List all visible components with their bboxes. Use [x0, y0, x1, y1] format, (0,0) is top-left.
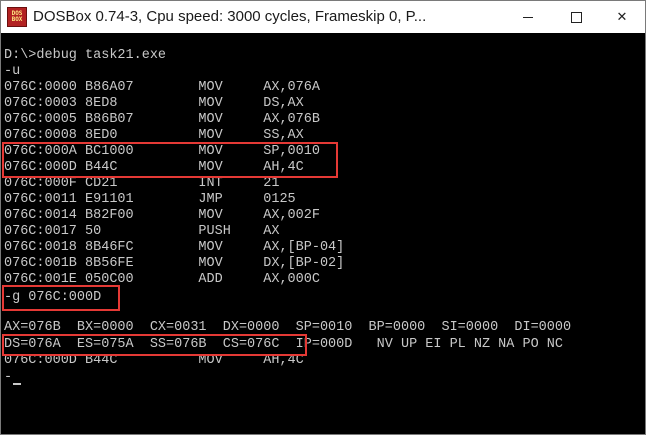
close-button[interactable]: ✕ — [599, 1, 645, 33]
dosbox-window: DOS BOX DOSBox 0.74-3, Cpu speed: 3000 c… — [0, 0, 646, 435]
minimize-button[interactable] — [505, 1, 551, 33]
highlight-box-segment-registers — [2, 334, 307, 356]
maximize-button[interactable] — [553, 1, 599, 33]
app-icon-text: DOS BOX — [11, 10, 23, 23]
console-line: -u — [4, 64, 21, 79]
console-line: 076C:0000 B86A07 MOV AX,076A — [4, 80, 320, 95]
prompt-line: - — [4, 370, 13, 385]
window-title: DOSBox 0.74-3, Cpu speed: 3000 cycles, F… — [33, 8, 427, 25]
highlight-box-sp-ah — [2, 142, 338, 178]
console-line: D:\>debug task21.exe — [4, 48, 167, 63]
console-line: 076C:001B 8B56FE MOV DX,[BP-02] — [4, 256, 345, 271]
maximize-icon — [570, 11, 582, 23]
text-cursor — [13, 383, 21, 385]
console-line: 076C:0005 B86B07 MOV AX,076B — [4, 112, 320, 127]
close-icon: ✕ — [616, 9, 628, 25]
highlight-box-go-command — [2, 285, 120, 311]
minimize-icon — [523, 16, 533, 18]
title-bar[interactable]: DOS BOX DOSBox 0.74-3, Cpu speed: 3000 c… — [1, 1, 645, 33]
console-line: 076C:0018 8B46FC MOV AX,[BP-04] — [4, 240, 345, 255]
dosbox-app-icon[interactable]: DOS BOX — [7, 7, 27, 27]
console-line: 076C:0017 50 PUSH AX — [4, 224, 280, 239]
console-line: 076C:0011 E91101 JMP 0125 — [4, 192, 296, 207]
console-line: 076C:000F CD21 INT 21 — [4, 176, 280, 191]
console-line: 076C:0014 B82F00 MOV AX,002F — [4, 208, 320, 223]
console-line: 076C:0003 8ED8 MOV DS,AX — [4, 96, 304, 111]
dos-console[interactable]: D:\>debug task21.exe -u 076C:0000 B86A07… — [1, 33, 645, 434]
